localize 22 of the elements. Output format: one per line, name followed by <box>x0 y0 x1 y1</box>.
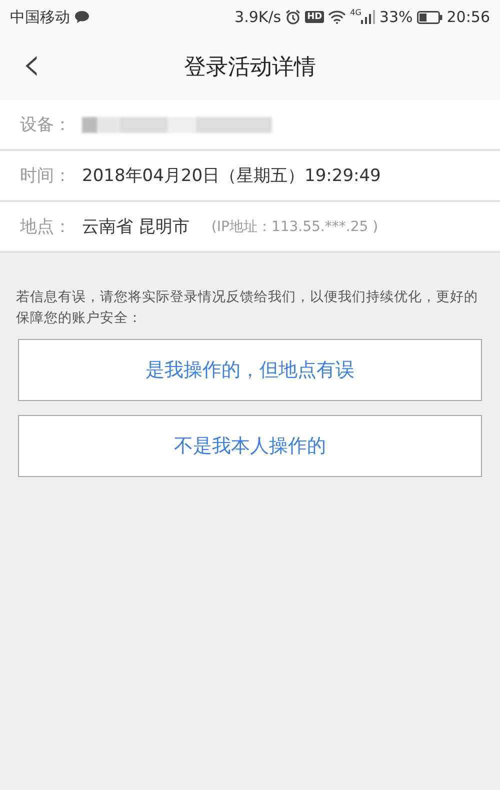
ip-address: (IP地址：113.55.***.25 ) <box>211 218 378 236</box>
wifi-icon <box>328 10 346 24</box>
battery-icon <box>416 10 443 24</box>
field-value: 2018年04月20日（星期五）19:29:49 <box>82 165 381 187</box>
feedback-button[interactable]: 不是我本人操作的 <box>18 415 482 477</box>
hd-badge: HD <box>305 11 324 23</box>
feedback-button[interactable]: 是我操作的，但地点有误 <box>18 339 482 401</box>
alarm-clock-icon <box>285 9 302 25</box>
network-type: 4G <box>350 8 362 17</box>
back-button[interactable]: ‹ <box>16 42 48 86</box>
clock-time: 20:56 <box>446 8 490 26</box>
field-label: 地点： <box>20 216 72 238</box>
carrier-name: 中国移动 <box>10 8 70 26</box>
page-title: 登录活动详情 <box>184 54 316 82</box>
notice-text: 若信息有误，请您将实际登录情况反馈给我们，以便我们持续优化，更好的保障您的账户安全： <box>16 288 479 328</box>
network-speed: 3.9K/s <box>234 8 282 26</box>
chat-bubble-icon <box>74 10 90 24</box>
battery-percent: 33% <box>379 8 413 26</box>
field-label: 设备： <box>20 114 72 136</box>
field-label: 时间： <box>20 165 72 187</box>
signal-icon <box>361 10 376 24</box>
field-value: 云南省 昆明市 <box>82 216 190 238</box>
